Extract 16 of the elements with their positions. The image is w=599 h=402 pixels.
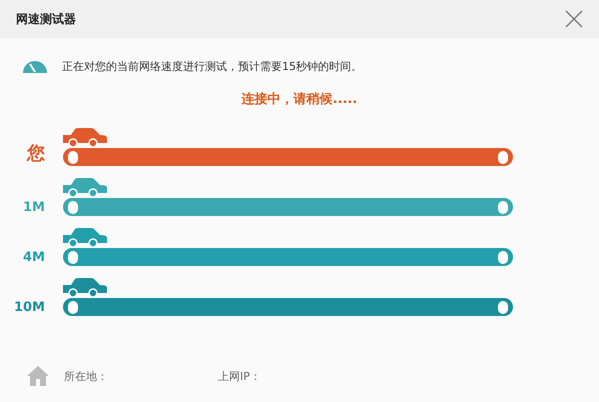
car-icon xyxy=(63,178,107,198)
speedometer-icon xyxy=(22,58,48,74)
home-icon xyxy=(26,365,50,387)
car-icon xyxy=(63,128,107,148)
car-icon xyxy=(63,278,107,298)
lane-label: 10M xyxy=(14,300,45,315)
car-icon xyxy=(63,228,107,248)
info-text: 正在对您的当前网络速度进行测试，预计需要15秒钟的时间。 xyxy=(62,58,362,74)
window-title: 网速测试器 xyxy=(16,10,76,28)
lane-label: 您 xyxy=(27,142,45,165)
close-button[interactable] xyxy=(563,8,585,30)
lane-label: 4M xyxy=(23,250,45,265)
status-text: 连接中，请稍候..... xyxy=(240,90,358,108)
ip-label: 上网IP： xyxy=(218,368,261,384)
location-label: 所在地： xyxy=(64,368,108,384)
lane-label: 1M xyxy=(23,200,45,215)
